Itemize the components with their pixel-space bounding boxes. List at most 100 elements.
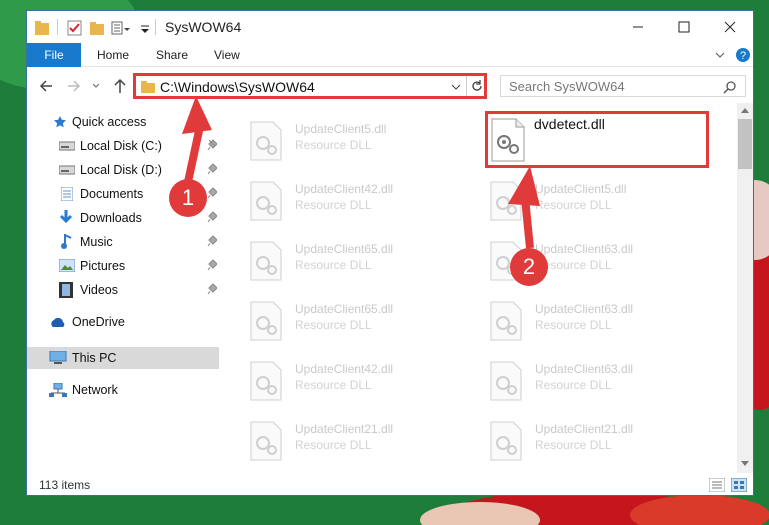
file-name: UpdateClient63.dll — [535, 362, 634, 376]
scroll-down-icon[interactable] — [741, 461, 749, 467]
pin-icon[interactable] — [207, 187, 217, 199]
file-item[interactable]: UpdateClient65.dll Resource DLL — [219, 293, 439, 345]
download-icon — [59, 210, 73, 224]
scroll-thumb[interactable] — [738, 119, 752, 169]
sidebar-item-label: Local Disk (D:) — [80, 163, 162, 177]
address-dropdown-icon[interactable] — [450, 81, 462, 93]
tab-home[interactable]: Home — [97, 43, 129, 67]
scroll-up-icon[interactable] — [741, 107, 749, 113]
sidebar-item-local-disk-c[interactable]: Local Disk (C:) — [27, 135, 219, 157]
file-item[interactable]: UpdateClient42.dll Resource DLL — [219, 353, 439, 405]
file-name: UpdateClient21.dll — [535, 422, 634, 436]
sidebar-item-label: Downloads — [80, 211, 142, 225]
folder-icon — [35, 21, 49, 35]
file-name: UpdateClient63.dll — [535, 242, 634, 256]
pin-icon[interactable] — [207, 139, 217, 151]
maximize-button[interactable] — [661, 11, 707, 43]
file-item[interactable]: UpdateClient21.dll Resource DLL — [459, 413, 679, 465]
step-badge-1: 1 — [169, 179, 207, 217]
pictures-icon — [59, 259, 75, 272]
sidebar-item-videos[interactable]: Videos — [27, 279, 219, 301]
refresh-icon[interactable] — [470, 79, 484, 93]
file-item[interactable]: UpdateClient5.dll Resource DLL — [219, 113, 439, 165]
search-placeholder: Search SysWOW64 — [509, 79, 625, 94]
ribbon: File Home Share View ? — [27, 43, 753, 67]
forward-arrow-icon[interactable] — [65, 77, 83, 95]
drive-icon — [59, 141, 75, 151]
search-box[interactable]: Search SysWOW64 — [500, 75, 746, 97]
file-type: Resource DLL — [535, 318, 612, 332]
pin-icon[interactable] — [207, 211, 217, 223]
status-bar: 113 items — [27, 473, 753, 495]
sidebar-item-local-disk-d[interactable]: Local Disk (D:) — [27, 159, 219, 181]
dll-file-icon — [250, 421, 282, 461]
dll-file-icon — [250, 241, 282, 281]
chevron-down-icon[interactable] — [139, 19, 151, 37]
item-count: 113 items — [39, 478, 91, 492]
dll-file-icon — [490, 301, 522, 341]
new-folder-icon[interactable] — [89, 19, 105, 37]
sidebar-item-pictures[interactable]: Pictures — [27, 255, 219, 277]
file-item[interactable]: UpdateClient65.dll Resource DLL — [219, 233, 439, 285]
help-icon[interactable]: ? — [735, 47, 751, 63]
search-icon[interactable] — [723, 80, 737, 94]
file-item[interactable]: UpdateClient63.dll Resource DLL — [459, 293, 679, 345]
cloud-icon — [51, 317, 65, 327]
drive-icon — [59, 165, 75, 175]
network-icon — [49, 383, 67, 397]
file-item[interactable]: UpdateClient42.dll Resource DLL — [219, 173, 439, 225]
address-bar[interactable]: C:\Windows\SysWOW64 — [133, 73, 487, 99]
navigation-pane: Quick access Local Disk (C:) Local Disk … — [27, 103, 219, 473]
pin-icon[interactable] — [207, 163, 217, 175]
sidebar-item-quick-access[interactable]: Quick access — [27, 111, 219, 133]
sidebar-item-label: Documents — [80, 187, 144, 201]
file-type: Resource DLL — [535, 378, 612, 392]
customize-icon[interactable] — [111, 19, 131, 37]
recent-locations-icon[interactable] — [91, 77, 109, 95]
dll-file-icon — [491, 118, 525, 162]
file-type: Resource DLL — [295, 138, 372, 152]
properties-icon[interactable] — [67, 19, 83, 37]
file-name: UpdateClient42.dll — [295, 182, 394, 196]
up-arrow-icon[interactable] — [111, 77, 129, 95]
back-arrow-icon[interactable] — [37, 77, 55, 95]
tab-file[interactable]: File — [27, 43, 81, 67]
file-list: UpdateClient5.dll Resource DLL UpdateClien… — [219, 103, 739, 473]
large-icons-view-icon[interactable] — [731, 478, 747, 492]
file-name: dvdetect.dll — [534, 116, 605, 132]
file-type: Resource DLL — [295, 438, 372, 452]
sidebar-item-label: This PC — [72, 351, 117, 365]
highlighted-file[interactable]: dvdetect.dll — [485, 111, 709, 168]
sidebar-item-onedrive[interactable]: OneDrive — [27, 311, 219, 333]
file-item[interactable]: UpdateClient63.dll Resource DLL — [459, 233, 679, 285]
minimize-button[interactable] — [615, 11, 661, 43]
pin-icon[interactable] — [207, 235, 217, 247]
sidebar-item-label: Quick access — [72, 115, 147, 129]
svg-text:?: ? — [740, 50, 746, 62]
dll-file-icon — [250, 121, 282, 161]
details-view-icon[interactable] — [709, 478, 725, 492]
tab-view[interactable]: View — [214, 43, 240, 67]
sidebar-item-label: Videos — [80, 283, 118, 297]
sidebar-item-this-pc[interactable]: This PC — [27, 347, 219, 369]
pin-icon[interactable] — [207, 259, 217, 271]
file-item[interactable]: UpdateClient21.dll Resource DLL — [219, 413, 439, 465]
sidebar-item-network[interactable]: Network — [27, 379, 219, 401]
file-item[interactable]: UpdateClient63.dll Resource DLL — [459, 353, 679, 405]
file-type: Resource DLL — [295, 198, 372, 212]
sidebar-item-label: Local Disk (C:) — [80, 139, 162, 153]
file-type: Resource DLL — [295, 378, 372, 392]
folder-icon — [141, 81, 155, 93]
close-button[interactable] — [707, 11, 753, 43]
dll-file-icon — [250, 301, 282, 341]
sidebar-item-label: Pictures — [80, 259, 126, 273]
dll-file-icon — [250, 181, 282, 221]
address-row: C:\Windows\SysWOW64 Search SysWOW64 — [27, 67, 753, 103]
tab-share[interactable]: Share — [156, 43, 188, 67]
expand-ribbon-icon[interactable] — [715, 50, 725, 60]
file-type: Resource DLL — [295, 318, 372, 332]
pin-icon[interactable] — [207, 283, 217, 295]
vertical-scrollbar[interactable] — [737, 103, 753, 473]
file-item[interactable]: UpdateClient5.dll Resource DLL — [459, 173, 679, 225]
sidebar-item-music[interactable]: Music — [27, 231, 219, 253]
